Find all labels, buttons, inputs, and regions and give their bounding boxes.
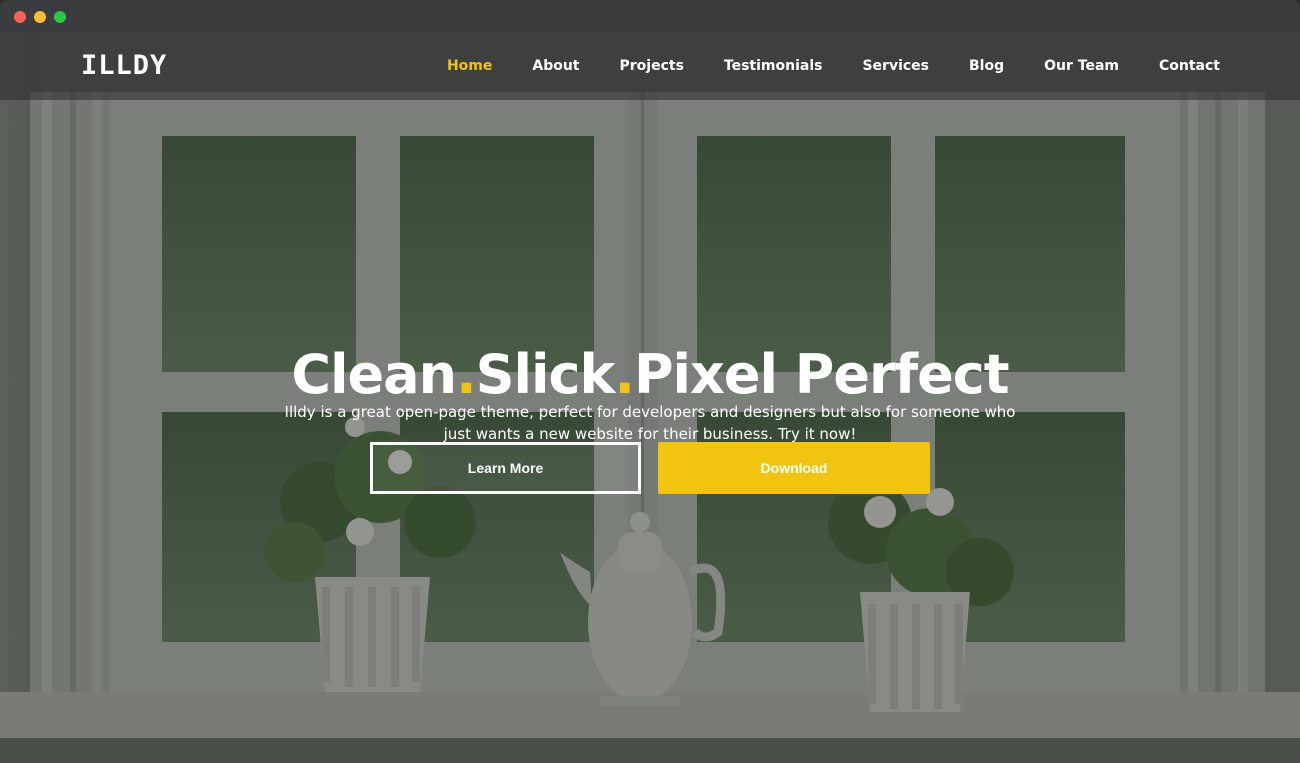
nav-item-projects[interactable]: Projects [620, 58, 684, 74]
nav-item-our-team[interactable]: Our Team [1044, 58, 1119, 74]
learn-more-button[interactable]: Learn More [370, 442, 641, 494]
minimize-window-button[interactable] [34, 11, 46, 23]
nav-item-services[interactable]: Services [862, 58, 929, 74]
hero-title-dot: . [614, 343, 634, 407]
hero-section: ILLDY Home About Projects Testimonials S… [0, 32, 1300, 763]
main-navigation: Home About Projects Testimonials Service… [447, 32, 1220, 100]
nav-item-testimonials[interactable]: Testimonials [724, 58, 823, 74]
hero-title-word-clean: Clean [291, 343, 457, 407]
download-button[interactable]: Download [658, 442, 930, 494]
maximize-window-button[interactable] [54, 11, 66, 23]
site-logo[interactable]: ILLDY [81, 50, 167, 82]
hero-title-dot: . [456, 343, 476, 407]
hero-title: Clean.Slick.Pixel Perfect [0, 343, 1300, 407]
close-window-button[interactable] [14, 11, 26, 23]
hero-title-word-slick: Slick [475, 343, 616, 407]
hero-description: Illdy is a great open-page theme, perfec… [284, 403, 1016, 443]
site-header: ILLDY Home About Projects Testimonials S… [0, 32, 1300, 100]
nav-item-home[interactable]: Home [447, 58, 492, 74]
browser-window-titlebar [0, 0, 1300, 32]
nav-item-blog[interactable]: Blog [969, 58, 1004, 74]
nav-item-contact[interactable]: Contact [1159, 58, 1220, 74]
nav-item-about[interactable]: About [532, 58, 579, 74]
hero-title-word-pixel-perfect: Pixel Perfect [633, 343, 1010, 407]
